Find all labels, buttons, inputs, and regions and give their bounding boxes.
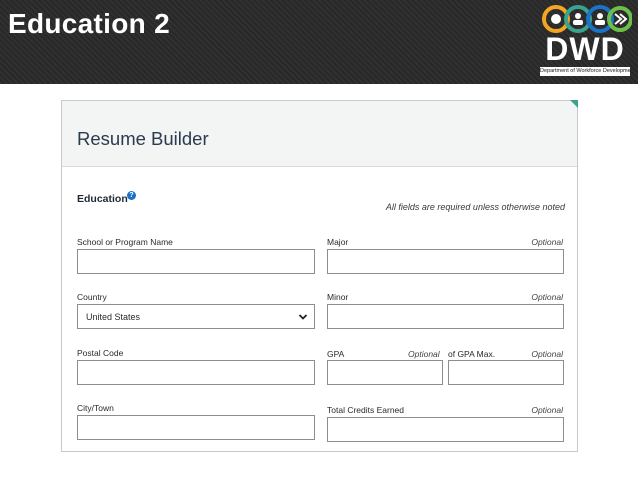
logo-subtitle: Department of Workforce Development bbox=[540, 67, 630, 76]
school-input[interactable] bbox=[77, 249, 315, 274]
credits-input[interactable] bbox=[327, 417, 564, 442]
chevron-down-icon bbox=[298, 314, 308, 320]
credits-optional-note: Optional bbox=[531, 405, 563, 415]
major-optional-note: Optional bbox=[531, 237, 563, 247]
country-select[interactable]: United States bbox=[77, 304, 315, 329]
country-label: Country bbox=[77, 292, 107, 302]
major-input[interactable] bbox=[327, 249, 564, 274]
gpa-optional-note: Optional bbox=[408, 349, 440, 359]
postal-code-input[interactable] bbox=[77, 360, 315, 385]
major-label: Major bbox=[327, 237, 349, 247]
country-selected-value: United States bbox=[86, 312, 141, 322]
gpa-label: GPA bbox=[327, 349, 345, 359]
logo-circles-icon bbox=[542, 5, 632, 33]
resume-builder-panel: Resume Builder Education ? All fields ar… bbox=[61, 100, 578, 452]
school-label: School or Program Name bbox=[77, 237, 173, 247]
logo-wordmark: DWD bbox=[545, 31, 625, 67]
dwd-logo: DWD Department of Workforce Development bbox=[538, 4, 632, 78]
minor-optional-note: Optional bbox=[531, 292, 563, 302]
panel-title: Resume Builder bbox=[77, 128, 209, 149]
panel-header: Resume Builder bbox=[62, 101, 577, 167]
help-icon[interactable]: ? bbox=[127, 191, 136, 200]
required-fields-note: All fields are required unless otherwise… bbox=[385, 202, 565, 212]
minor-input[interactable] bbox=[327, 304, 564, 329]
section-title: Education bbox=[77, 193, 128, 205]
gpa-max-input[interactable] bbox=[448, 360, 564, 385]
slide-header: Education 2 DWD Department of Workforce … bbox=[0, 0, 638, 84]
credits-label: Total Credits Earned bbox=[327, 405, 405, 415]
slide-title: Education 2 bbox=[8, 8, 170, 39]
postal-code-label: Postal Code bbox=[77, 348, 124, 358]
gpa-input[interactable] bbox=[327, 360, 443, 385]
gpa-max-label: of GPA Max. bbox=[448, 349, 496, 359]
panel-corner-accent bbox=[570, 100, 578, 108]
minor-label: Minor bbox=[327, 292, 349, 302]
city-input[interactable] bbox=[77, 415, 315, 440]
city-label: City/Town bbox=[77, 403, 114, 413]
gpa-max-optional-note: Optional bbox=[531, 349, 563, 359]
